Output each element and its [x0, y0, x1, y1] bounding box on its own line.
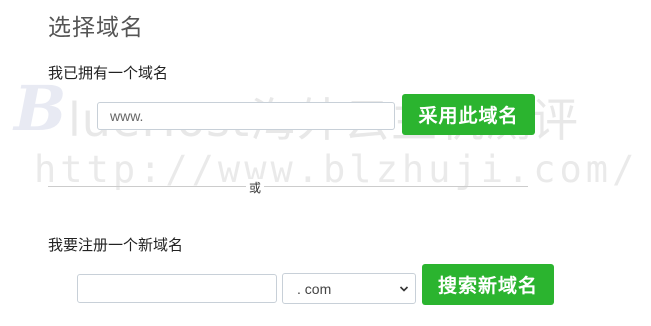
tld-select[interactable]: . com [282, 273, 416, 304]
search-new-domain-button[interactable]: 搜索新域名 [422, 264, 554, 305]
tld-selected-value: . com [297, 281, 332, 297]
or-separator-text: 或 [246, 179, 265, 196]
existing-domain-input[interactable] [97, 102, 395, 130]
new-domain-label: 我要注册一个新域名 [48, 236, 184, 254]
watermark-url-text: http://www.blzhuji.com/ [34, 148, 639, 191]
new-domain-input[interactable] [77, 274, 277, 303]
existing-domain-label: 我已拥有一个域名 [48, 64, 169, 82]
chevron-down-icon [399, 286, 409, 292]
use-this-domain-button[interactable]: 采用此域名 [402, 94, 535, 135]
divider-line [48, 186, 528, 187]
page-title: 选择域名 [48, 15, 144, 41]
